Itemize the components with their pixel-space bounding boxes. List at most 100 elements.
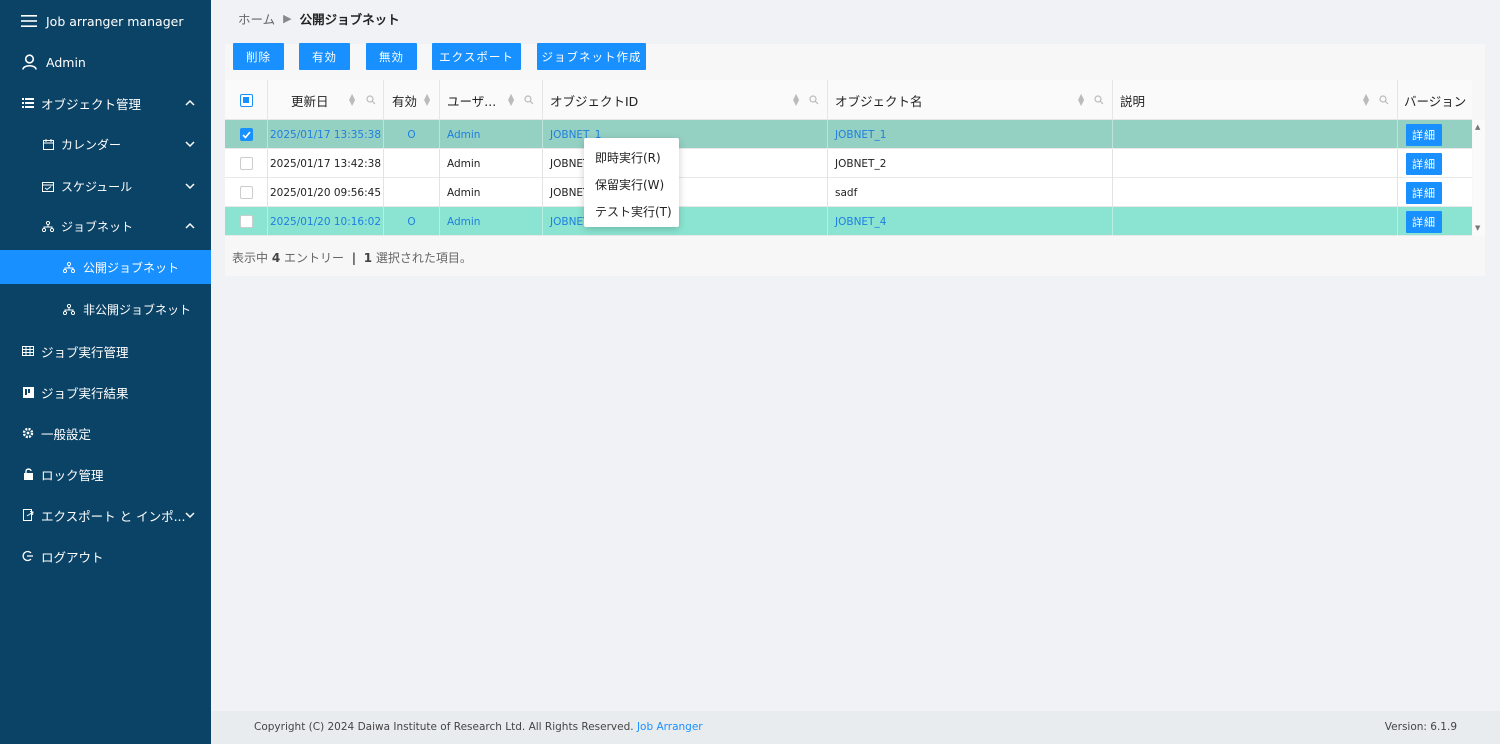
select-all-checkbox[interactable]	[239, 93, 253, 107]
sort-icon[interactable]: ▲ ▼	[1363, 93, 1369, 107]
hamburger-menu-icon[interactable]	[21, 13, 37, 29]
row-checkbox[interactable]	[239, 157, 253, 170]
cell-description	[1113, 149, 1398, 178]
header-object-id[interactable]: オブジェクトID ▲ ▼	[543, 80, 828, 120]
sidebar-item-calendar[interactable]: カレンダー	[0, 127, 211, 161]
sidebar-item-label: ロック管理	[41, 467, 104, 483]
row-checkbox[interactable]	[239, 186, 253, 199]
user-name: Admin	[46, 54, 86, 70]
cell-valid	[384, 149, 440, 178]
cell-description	[1113, 120, 1398, 149]
app-title: Job arranger manager	[46, 13, 184, 29]
table-row[interactable]: 2025/01/20 10:16:02 O Admin JOBNET JOBNE…	[225, 207, 1472, 236]
footer-link[interactable]: Job Arranger	[637, 721, 703, 733]
detail-button[interactable]: 詳細	[1406, 152, 1442, 175]
chevron-up-icon	[185, 99, 195, 106]
board-icon	[20, 384, 36, 400]
scroll-down-icon[interactable]: ▼	[1475, 224, 1480, 232]
cell-object-name: sadf	[828, 178, 1113, 207]
detail-button[interactable]: 詳細	[1406, 123, 1442, 146]
header-object-name[interactable]: オブジェクト名 ▲ ▼	[828, 80, 1113, 120]
chevron-up-icon	[185, 222, 195, 229]
cell-updated: 2025/01/17 13:42:38	[268, 149, 384, 178]
search-icon[interactable]	[1379, 95, 1389, 105]
table-row[interactable]: 2025/01/20 09:56:45 Admin JOBNET sadf 詳細	[225, 178, 1472, 207]
disable-button[interactable]: 無効	[366, 43, 417, 70]
sort-icon[interactable]: ▲ ▼	[508, 93, 514, 107]
header-version: バージョン	[1404, 93, 1467, 109]
sidebar-item-object-management[interactable]: オブジェクト管理	[0, 86, 211, 120]
search-icon[interactable]	[809, 95, 819, 105]
table-header: 更新日 ▲ ▼ 有効 ▲ ▼ ユーザ... ▲ ▼ オブジェクトID ▲ ▼ オブジェク…	[225, 80, 1472, 120]
sidebar-item-general-settings[interactable]: 一般設定	[0, 416, 211, 450]
sidebar-item-private-jobnet[interactable]: 非公開ジョブネット	[0, 292, 211, 326]
row-checkbox[interactable]	[239, 215, 253, 228]
chevron-down-icon	[185, 141, 195, 148]
sidebar-item-export-import[interactable]: エクスポート と インポ...	[0, 498, 211, 532]
sidebar-item-schedule[interactable]: スケジュール	[0, 169, 211, 203]
list-icon	[20, 95, 36, 111]
sidebar-item-logout[interactable]: ログアウト	[0, 539, 211, 573]
chevron-down-icon	[185, 512, 195, 519]
network-icon	[61, 259, 77, 275]
breadcrumb-separator-icon: ▶	[283, 12, 292, 25]
menu-item-run-test[interactable]: テスト実行(T)	[595, 203, 672, 220]
breadcrumb: ホーム ▶ 公開ジョブネット	[238, 9, 400, 28]
sidebar-item-job-execution-results[interactable]: ジョブ実行結果	[0, 375, 211, 409]
header-valid[interactable]: 有効 ▲ ▼	[384, 80, 440, 120]
menu-item-run-now[interactable]: 即時実行(R)	[595, 149, 661, 166]
create-jobnet-button[interactable]: ジョブネット作成	[537, 43, 646, 70]
sidebar-item-label: ログアウト	[41, 549, 104, 565]
cell-valid: O	[384, 120, 440, 149]
copyright: Copyright (C) 2024 Daiwa Institute of Re…	[254, 721, 703, 733]
sidebar-item-label: カレンダー	[61, 137, 122, 152]
table-row[interactable]: 2025/01/17 13:42:38 Admin JOBNET JOBNET_…	[225, 149, 1472, 178]
sidebar-item-label: オブジェクト管理	[41, 96, 142, 112]
version-label: Version: 6.1.9	[1384, 721, 1457, 733]
table-scrollbar[interactable]: ▲ ▼	[1473, 120, 1485, 236]
search-icon[interactable]	[524, 95, 534, 105]
cell-description	[1113, 178, 1398, 207]
detail-button[interactable]: 詳細	[1406, 210, 1442, 233]
table-row[interactable]: 2025/01/17 13:35:38 O Admin JOBNET_1 JOB…	[225, 120, 1472, 149]
sidebar-item-label: 公開ジョブネット	[83, 260, 180, 275]
cell-valid: O	[384, 207, 440, 236]
gear-icon	[20, 425, 36, 441]
schedule-icon	[40, 178, 56, 194]
scroll-up-icon[interactable]: ▲	[1475, 123, 1480, 131]
sort-icon[interactable]: ▲ ▼	[1078, 93, 1084, 107]
header-updated[interactable]: 更新日 ▲ ▼	[268, 80, 384, 120]
detail-button[interactable]: 詳細	[1406, 181, 1442, 204]
header-description[interactable]: 説明 ▲ ▼	[1113, 80, 1398, 120]
delete-button[interactable]: 削除	[233, 43, 284, 70]
sidebar-item-public-jobnet[interactable]: 公開ジョブネット	[0, 250, 211, 284]
menu-item-run-hold[interactable]: 保留実行(W)	[595, 176, 664, 193]
sort-icon[interactable]: ▲ ▼	[424, 93, 430, 107]
table-summary: 表示中 4 エントリー | 1 選択された項目。	[232, 251, 472, 265]
sidebar-item-jobnet[interactable]: ジョブネット	[0, 209, 211, 243]
sort-icon[interactable]: ▲ ▼	[793, 93, 799, 107]
cell-description	[1113, 207, 1398, 236]
cell-object-name: JOBNET_1	[828, 120, 1113, 149]
sidebar-item-job-execution-management[interactable]: ジョブ実行管理	[0, 334, 211, 368]
user-icon	[21, 54, 37, 70]
app-header: Job arranger manager	[0, 4, 211, 38]
cell-valid	[384, 178, 440, 207]
user-profile[interactable]: Admin	[0, 45, 211, 79]
breadcrumb-home[interactable]: ホーム	[238, 9, 275, 28]
sidebar: Job arranger manager Admin オブジェクト管理 カレンダ…	[0, 0, 211, 744]
sidebar-item-label: 非公開ジョブネット	[83, 302, 192, 317]
sidebar-item-label: エクスポート と インポ...	[41, 508, 186, 524]
export-button[interactable]: エクスポート	[432, 43, 521, 70]
cell-updated: 2025/01/20 10:16:02	[268, 207, 384, 236]
search-icon[interactable]	[1094, 95, 1104, 105]
row-checkbox[interactable]	[239, 128, 253, 141]
sidebar-item-label: ジョブ実行結果	[41, 385, 129, 401]
sidebar-item-lock-management[interactable]: ロック管理	[0, 457, 211, 491]
enable-button[interactable]: 有効	[299, 43, 350, 70]
header-user[interactable]: ユーザ... ▲ ▼	[440, 80, 543, 120]
header-select-all[interactable]	[225, 80, 268, 120]
sort-icon[interactable]: ▲ ▼	[349, 93, 355, 107]
search-icon[interactable]	[366, 95, 376, 105]
cell-user: Admin	[440, 149, 543, 178]
